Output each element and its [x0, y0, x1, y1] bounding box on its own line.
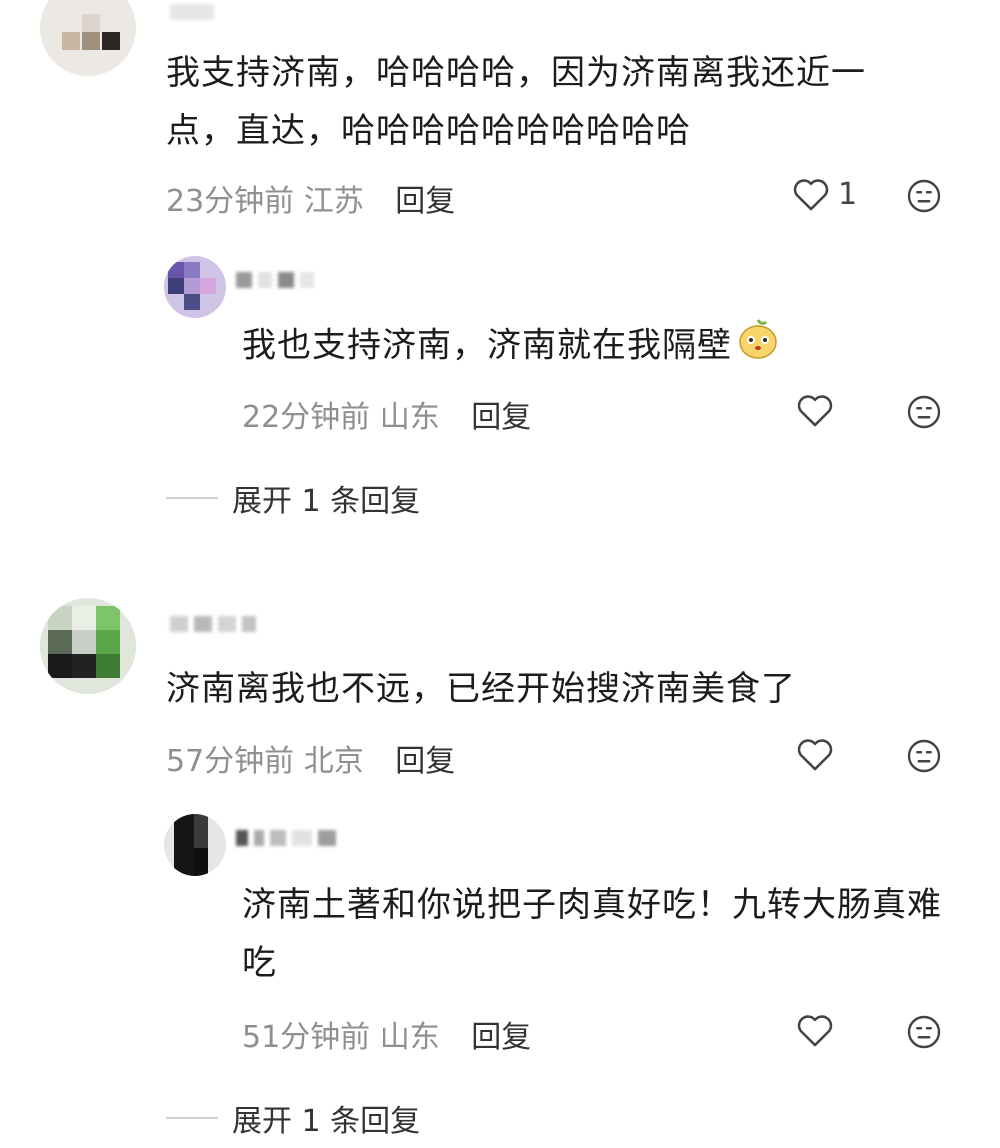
- username-blurred[interactable]: [236, 272, 320, 292]
- dislike-face-icon: [907, 395, 941, 429]
- comment-meta: 57分钟前 北京 回复: [166, 736, 455, 780]
- expand-replies-label: 展开 1 条回复: [232, 1104, 421, 1139]
- expand-replies-button[interactable]: 展开 1 条回复: [166, 476, 420, 520]
- reply-button[interactable]: 回复: [471, 1020, 531, 1055]
- username-blurred[interactable]: [236, 830, 342, 850]
- heart-outline-icon: [797, 1015, 833, 1047]
- avatar[interactable]: [164, 256, 226, 318]
- dislike-face-icon: [907, 1015, 941, 1049]
- mascot-emoji-icon: [736, 316, 780, 378]
- comment-meta: 23分钟前 江苏 回复: [166, 176, 455, 220]
- reply-meta: 51分钟前 山东 回复: [242, 1012, 531, 1056]
- like-button[interactable]: [796, 736, 834, 772]
- reply-button[interactable]: 回复: [395, 744, 455, 779]
- comment-text: 济南离我也不远，已经开始搜济南美食了: [166, 669, 796, 709]
- username-blurred[interactable]: [170, 4, 220, 24]
- heart-outline-icon: [792, 176, 830, 212]
- like-button[interactable]: 1: [792, 176, 857, 212]
- dislike-button[interactable]: [906, 1014, 942, 1054]
- avatar[interactable]: [40, 598, 136, 694]
- reply-location: 山东: [379, 1020, 440, 1055]
- avatar[interactable]: [40, 0, 136, 76]
- expand-divider: [166, 497, 218, 499]
- heart-outline-icon: [797, 395, 833, 427]
- expand-replies-button[interactable]: 展开 1 条回复: [166, 1096, 420, 1140]
- reply-meta: 22分钟前 山东 回复: [242, 392, 531, 436]
- dislike-face-icon: [907, 179, 941, 213]
- expand-replies-label: 展开 1 条回复: [232, 484, 421, 519]
- comment-location: 北京: [303, 744, 364, 779]
- heart-outline-icon: [797, 739, 833, 771]
- comment-time: 57分钟前: [166, 744, 295, 779]
- dislike-button[interactable]: [906, 178, 942, 218]
- comment-text: 我支持济南，哈哈哈哈，因为济南离我还近一点，直达，哈哈哈哈哈哈哈哈哈哈: [166, 53, 866, 151]
- username-blurred[interactable]: [170, 616, 262, 636]
- expand-divider: [166, 1117, 218, 1119]
- dislike-face-icon: [907, 739, 941, 773]
- reply-button[interactable]: 回复: [395, 184, 455, 219]
- dislike-button[interactable]: [906, 394, 942, 434]
- reply-button[interactable]: 回复: [471, 400, 531, 435]
- reply-time: 22分钟前: [242, 400, 371, 435]
- like-count: 1: [838, 176, 858, 212]
- reply-text: 我也支持济南，济南就在我隔壁: [242, 316, 962, 378]
- dislike-button[interactable]: [906, 738, 942, 778]
- reply-location: 山东: [379, 400, 440, 435]
- comment-location: 江苏: [303, 184, 364, 219]
- reply-time: 51分钟前: [242, 1020, 371, 1055]
- reply-text: 济南土著和你说把子肉真好吃！九转大肠真难吃: [242, 885, 942, 983]
- comment-time: 23分钟前: [166, 184, 295, 219]
- like-button[interactable]: [796, 392, 834, 428]
- reply-text-content: 我也支持济南，济南就在我隔壁: [242, 325, 732, 366]
- avatar[interactable]: [164, 814, 226, 876]
- like-button[interactable]: [796, 1012, 834, 1048]
